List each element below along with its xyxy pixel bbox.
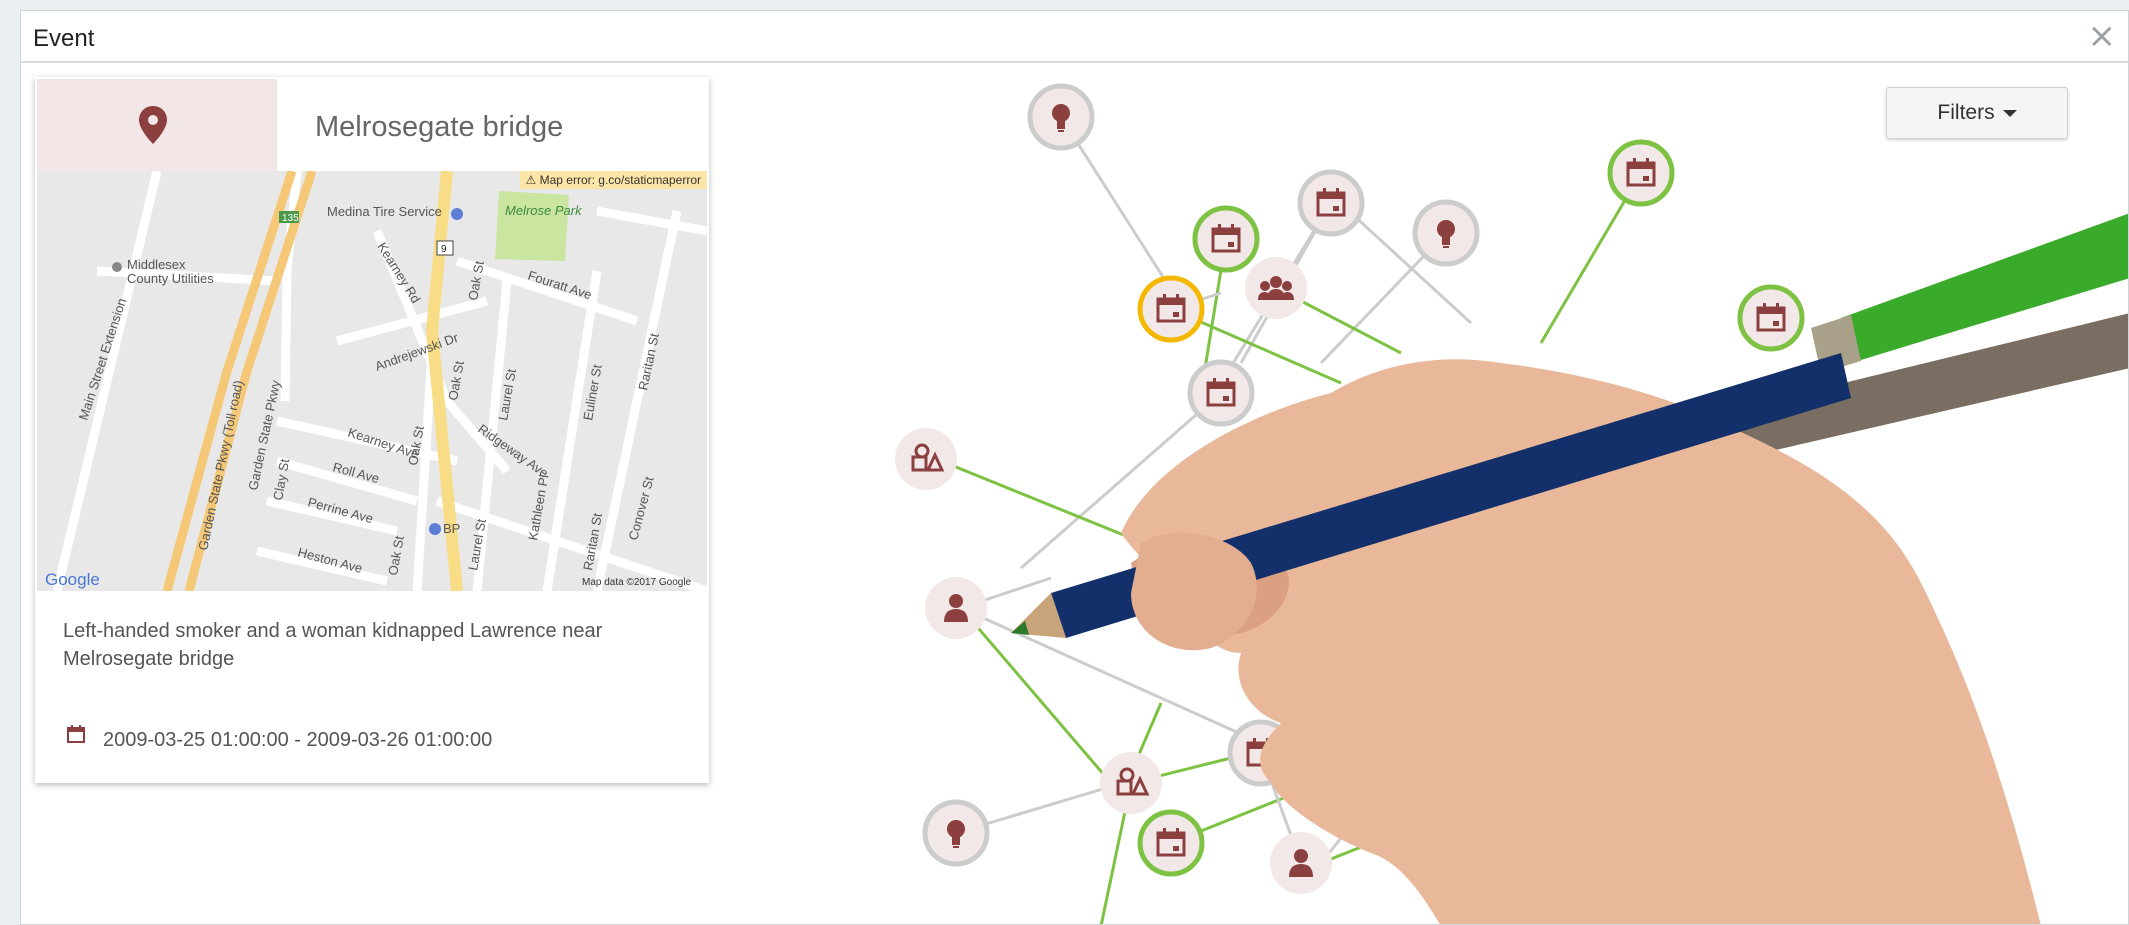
caret-down-icon (2002, 109, 2017, 117)
dialog-header: Event × (21, 11, 2128, 63)
graph-node-event[interactable] (1297, 169, 1365, 237)
graph-node-person[interactable] (925, 577, 987, 639)
filters-dropdown-button[interactable]: Filters (1886, 87, 2068, 139)
close-button[interactable]: × (2088, 19, 2117, 53)
graph-node-event[interactable] (1607, 139, 1675, 207)
graph-node-lightbulb[interactable] (1412, 199, 1480, 267)
dialog-title: Event (33, 25, 95, 52)
filters-label: Filters (1937, 101, 1995, 124)
graph-node-person[interactable] (1270, 832, 1332, 894)
graph-node-lightbulb[interactable] (1027, 83, 1095, 151)
graph-node-group[interactable] (1245, 257, 1307, 319)
graph-node-event[interactable] (1137, 809, 1205, 877)
event-dialog: Event × Melrosegate bridge Medina Tire S… (20, 10, 2129, 925)
graph-node-objects[interactable] (1100, 752, 1162, 814)
graph-node-lightbulb[interactable] (922, 799, 990, 867)
graph-node-event[interactable] (1737, 284, 1805, 352)
link-graph[interactable] (21, 63, 2129, 925)
graph-node-objects[interactable] (895, 428, 957, 490)
graph-node-event[interactable] (1187, 359, 1255, 427)
graph-node-event[interactable] (1192, 205, 1260, 273)
graph-node-event-selected[interactable] (1137, 275, 1205, 343)
